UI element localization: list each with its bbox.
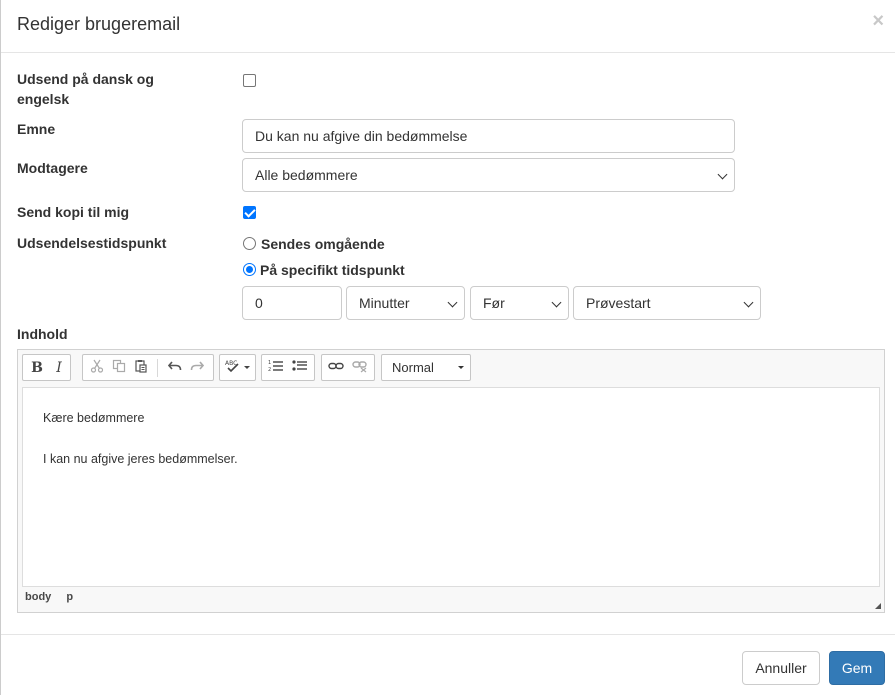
content-paragraph: Kære bedømmere [43, 411, 145, 425]
bold-button[interactable]: B [27, 358, 47, 378]
path-item-body[interactable]: body [25, 591, 51, 603]
specific-time-radio[interactable] [243, 263, 256, 276]
numbered-list-icon[interactable]: 12 [266, 358, 286, 378]
timing-relation-select[interactable]: Før [470, 286, 569, 320]
timing-reference-value: Prøvestart [586, 295, 651, 311]
cut-icon[interactable] [87, 358, 107, 378]
bulleted-list-icon[interactable] [290, 358, 310, 378]
svg-text:1: 1 [268, 360, 271, 366]
copy-label: Send kopi til mig [17, 204, 130, 220]
timing-label: Udsendelsestidspunkt [17, 235, 167, 251]
send-immediately-label[interactable]: Sendes omgående [261, 234, 385, 254]
chevron-down-icon [447, 297, 458, 308]
subject-input[interactable] [242, 119, 735, 153]
svg-text:2: 2 [268, 367, 271, 373]
recipients-select[interactable]: Alle bedømmere [242, 158, 735, 192]
bilingual-label: Udsend på dansk og engelsk [17, 71, 154, 107]
chevron-down-icon [743, 297, 754, 308]
subject-label: Emne [17, 121, 56, 137]
editor-toolbar: B I ABC 1 2 Normal [18, 350, 884, 387]
edit-email-dialog: Rediger brugeremail × Udsend på dansk og… [0, 0, 895, 695]
chevron-down-icon [551, 297, 562, 308]
element-path: body p [25, 591, 85, 603]
toolbar-group-links [321, 354, 375, 381]
toolbar-group-lists: 12 [261, 354, 315, 381]
undo-icon[interactable] [165, 358, 185, 378]
copy-icon[interactable] [109, 358, 129, 378]
close-icon[interactable]: × [872, 11, 884, 31]
paste-icon[interactable] [131, 358, 151, 378]
chevron-down-icon [717, 169, 728, 180]
bilingual-checkbox[interactable] [243, 74, 256, 87]
content-paragraph: I kan nu afgive jeres bedømmelser. [43, 452, 238, 466]
format-value: Normal [392, 360, 434, 375]
copy-checkbox[interactable] [243, 206, 256, 219]
caret-down-icon [458, 366, 464, 369]
recipients-label: Modtagere [17, 160, 88, 176]
editor-content[interactable]: Kære bedømmere I kan nu afgive jeres bed… [22, 387, 880, 587]
redo-icon[interactable] [187, 358, 207, 378]
save-button[interactable]: Gem [829, 651, 885, 685]
spellcheck-icon[interactable]: ABC [223, 358, 253, 378]
rich-text-editor: B I ABC 1 2 Normal Kære bedømmere I kan … [17, 349, 885, 613]
specific-time-label[interactable]: På specifikt tidspunkt [260, 260, 405, 280]
content-label: Indhold [17, 326, 68, 342]
dialog-title: Rediger brugeremail [17, 14, 181, 34]
toolbar-group-basic: B I [22, 354, 71, 381]
format-select[interactable]: Normal [381, 354, 471, 381]
toolbar-group-spellcheck: ABC [219, 354, 256, 381]
timing-unit-value: Minutter [359, 295, 410, 311]
unlink-icon[interactable] [350, 358, 370, 378]
timing-relation-value: Før [483, 295, 505, 311]
recipients-value: Alle bedømmere [255, 167, 358, 183]
timing-amount-input[interactable] [242, 286, 342, 320]
toolbar-group-clipboard [82, 354, 214, 381]
dialog-header: Rediger brugeremail × [1, 0, 895, 53]
toolbar-separator [157, 359, 158, 377]
resize-handle-icon[interactable] [875, 603, 881, 609]
path-item-p[interactable]: p [66, 591, 73, 603]
timing-unit-select[interactable]: Minutter [346, 286, 465, 320]
timing-reference-select[interactable]: Prøvestart [573, 286, 761, 320]
italic-button[interactable]: I [49, 358, 69, 378]
cancel-button[interactable]: Annuller [742, 651, 820, 685]
link-icon[interactable] [326, 358, 346, 378]
dialog-footer: Annuller Gem [1, 634, 895, 695]
send-immediately-radio[interactable] [243, 237, 256, 250]
